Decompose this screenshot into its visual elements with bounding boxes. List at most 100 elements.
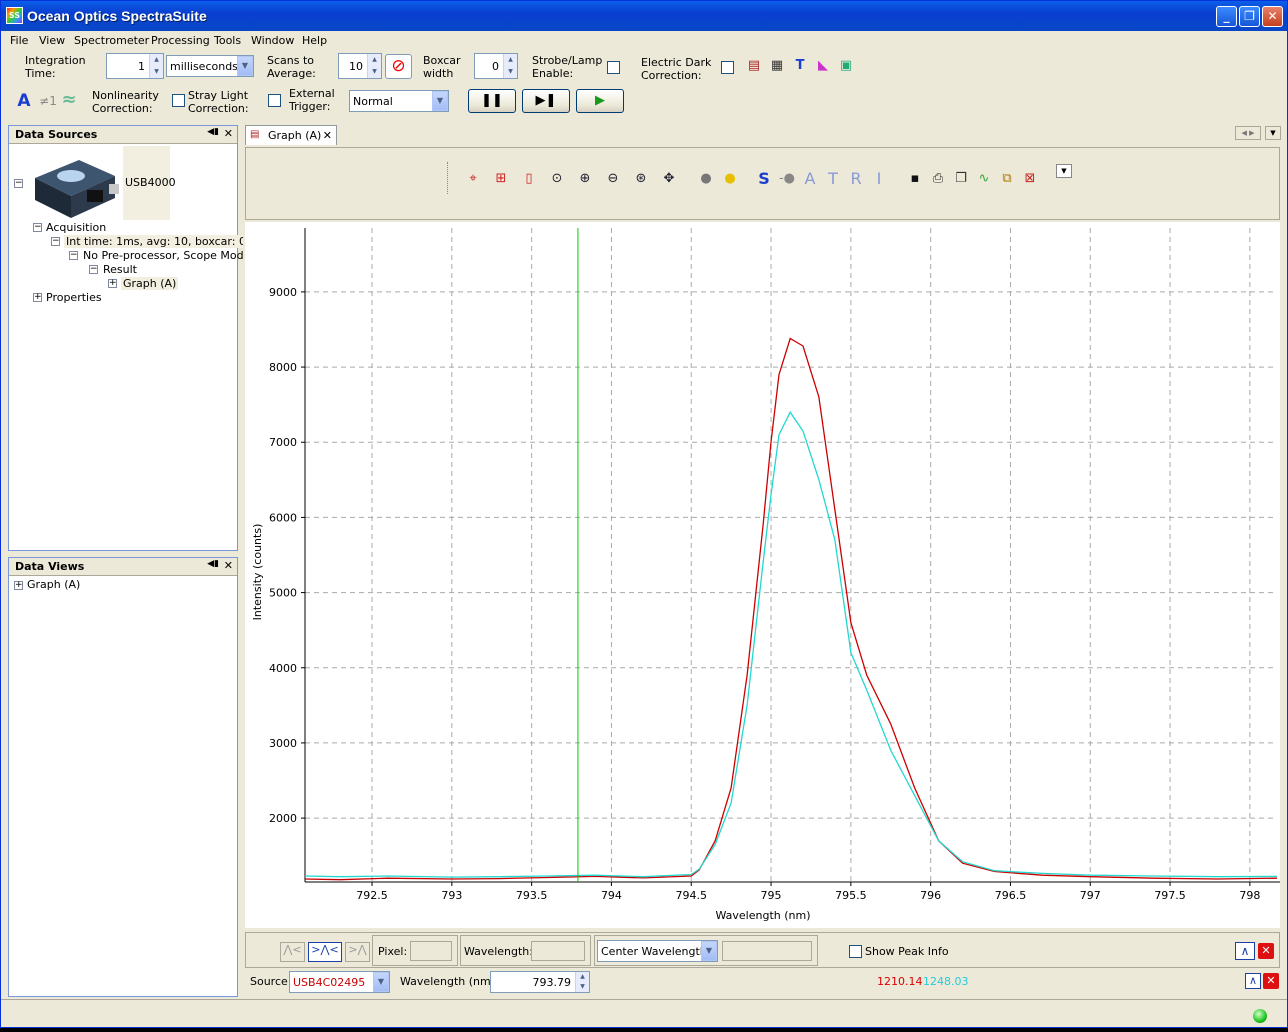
convert-to-overlay-icon[interactable]: ⧉	[997, 170, 1017, 188]
restore-button[interactable]: ❐	[1239, 6, 1260, 27]
absorbance-mode-icon[interactable]: A	[800, 170, 820, 188]
close-panel-icon[interactable]: ✕	[224, 559, 233, 572]
stop-averaging-icon[interactable]: ⊘	[385, 54, 412, 79]
copy-icon[interactable]: ❐	[951, 170, 971, 188]
print-icon[interactable]: ⎙	[928, 170, 948, 188]
title-bar[interactable]: SS Ocean Optics SpectraSuite _ ❐ ✕	[1, 1, 1287, 31]
close-tab-icon[interactable]: ✕	[323, 129, 332, 142]
dark-bulb-icon[interactable]: ●	[696, 170, 716, 188]
show-peak-info-checkbox[interactable]	[849, 945, 862, 958]
color-prism-icon[interactable]: ◣	[813, 56, 833, 76]
chevron-down-icon[interactable]: ▼	[373, 972, 389, 992]
collapse-icon[interactable]: −	[89, 265, 98, 274]
delete-overlay-icon[interactable]: ⊠	[1020, 170, 1040, 188]
device-label[interactable]: USB4000	[123, 146, 176, 220]
electric-dark-checkbox[interactable]	[721, 61, 734, 74]
zoom-out-icon[interactable]: ⊖	[603, 170, 623, 188]
previous-peak-icon[interactable]: ⋀<	[280, 942, 305, 962]
transmission-mode-icon[interactable]: T	[823, 170, 843, 188]
tab-graph-a[interactable]: ▤ Graph (A) ✕	[245, 125, 337, 145]
center-value-field[interactable]	[722, 941, 812, 961]
irradiance-mode-icon[interactable]: I	[869, 170, 889, 188]
reference-bulb-icon[interactable]: ●	[720, 170, 740, 188]
stray-light-checkbox[interactable]	[268, 94, 281, 107]
preprocessor-node[interactable]: No Pre-processor, Scope Mode	[83, 249, 250, 262]
acquisition-node[interactable]: Acquisition	[46, 221, 106, 234]
chevron-down-icon[interactable]: ▼	[237, 56, 253, 76]
zoom-vertical-icon[interactable]: ▯	[519, 170, 539, 188]
save-icon[interactable]: ▪	[905, 170, 925, 188]
menu-window[interactable]: Window	[251, 34, 294, 47]
toolbar-more-icon[interactable]: ▼	[1056, 164, 1072, 178]
not-equal-one-icon[interactable]: ≠1	[37, 91, 59, 111]
menu-processing[interactable]: Processing	[151, 34, 210, 47]
spinner-arrows-icon[interactable]: ▲ ▼	[503, 54, 517, 78]
collapse-icon[interactable]: −	[51, 237, 60, 246]
spectrum-image-icon[interactable]: ▣	[836, 56, 856, 76]
spectrum-chart[interactable]: 792.5 793 793.5 794 794.5 795 795.5 796 796.5 797…	[245, 222, 1280, 928]
menu-view[interactable]: View	[39, 34, 65, 47]
trigger-mode-select[interactable]: Normal ▼	[349, 90, 449, 112]
pan-icon[interactable]: ✥	[659, 170, 679, 188]
menu-file[interactable]: File	[10, 34, 28, 47]
wavelength-field[interactable]	[531, 941, 585, 961]
smooth-wave-icon[interactable]: ≈	[59, 90, 79, 110]
menu-help[interactable]: Help	[302, 34, 327, 47]
expand-icon[interactable]: +	[33, 293, 42, 302]
expand-icon[interactable]: +	[108, 279, 117, 288]
int-time-node[interactable]: Int time: 1ms, avg: 10, boxcar: 0	[64, 235, 248, 248]
pause-button[interactable]: ❚❚	[468, 89, 516, 113]
spinner-arrows-icon[interactable]: ▲ ▼	[575, 972, 589, 992]
source-select[interactable]: USB4C02495 ▼	[289, 971, 390, 993]
reflection-mode-icon[interactable]: R	[846, 170, 866, 188]
collapse-icon[interactable]: −	[33, 223, 42, 232]
zoom-reset-icon[interactable]: ⊛	[631, 170, 651, 188]
data-view-graph[interactable]: Graph (A)	[27, 578, 80, 591]
zoom-box-icon[interactable]: ⊞	[491, 170, 511, 188]
zoom-fit-icon[interactable]: ⊙	[547, 170, 567, 188]
close-peak-icon[interactable]: ✕	[1258, 943, 1274, 959]
single-acquire-button[interactable]: ▶❚	[522, 89, 570, 113]
menu-spectrometer[interactable]: Spectrometer	[74, 34, 149, 47]
play-button[interactable]: ▶	[576, 89, 624, 113]
pixel-field[interactable]	[410, 941, 452, 961]
pin-icon[interactable]: ◀▮	[207, 127, 219, 137]
pin-icon[interactable]: ◀▮	[207, 559, 219, 569]
strobe-lamp-checkbox[interactable]	[607, 61, 620, 74]
wavelength-nm-spinner[interactable]: 793.79 ▲ ▼	[490, 971, 590, 993]
text-icon[interactable]: T	[790, 56, 810, 76]
next-peak-icon[interactable]: >⋀	[345, 942, 370, 962]
scans-to-average-spinner[interactable]: 10 ▲ ▼	[338, 53, 382, 79]
integration-unit-select[interactable]: milliseconds ▼	[166, 55, 254, 77]
close-panel-icon[interactable]: ✕	[224, 127, 233, 140]
scope-mode-icon[interactable]: S	[754, 170, 774, 188]
minimize-button[interactable]: _	[1216, 6, 1237, 27]
tab-scroll-icon[interactable]: ◀ ▶	[1235, 126, 1261, 140]
overlay-icon[interactable]: ∿	[974, 170, 994, 188]
result-node[interactable]: Result	[103, 263, 137, 276]
chevron-down-icon[interactable]: ▼	[432, 91, 448, 111]
spinner-arrows-icon[interactable]: ▲ ▼	[149, 54, 163, 78]
center-peak-icon[interactable]: >⋀<	[308, 942, 342, 962]
properties-node[interactable]: Properties	[46, 291, 102, 304]
menu-tools[interactable]: Tools	[214, 34, 241, 47]
chevron-down-icon[interactable]: ▼	[701, 941, 717, 961]
peak-find-icon[interactable]: ∧	[1235, 942, 1255, 960]
absorbance-a-icon[interactable]: A	[14, 91, 34, 111]
scope-minus-dark-icon[interactable]: -●	[777, 170, 797, 188]
boxcar-width-spinner[interactable]: 0 ▲ ▼	[474, 53, 518, 79]
cursor-peak-icon[interactable]: ∧	[1245, 973, 1261, 989]
tab-list-icon[interactable]: ▼	[1265, 126, 1281, 140]
table-icon[interactable]: ▦	[767, 56, 787, 76]
graph-icon[interactable]: ▤	[744, 56, 764, 76]
spectrum-graph[interactable]: 792.5 793 793.5 794 794.5 795 795.5 796 796.5 797…	[245, 222, 1280, 928]
close-button[interactable]: ✕	[1262, 6, 1283, 27]
center-wavelength-select[interactable]: Center Wavelength ▼	[597, 940, 718, 962]
collapse-icon[interactable]: −	[14, 179, 23, 188]
crosshair-icon[interactable]: ⌖	[463, 170, 483, 188]
nonlinearity-checkbox[interactable]	[172, 94, 185, 107]
spinner-arrows-icon[interactable]: ▲ ▼	[367, 54, 381, 78]
graph-node[interactable]: Graph (A)	[121, 277, 179, 290]
integration-time-spinner[interactable]: 1 ▲ ▼	[106, 53, 164, 79]
expand-icon[interactable]: +	[14, 581, 23, 590]
